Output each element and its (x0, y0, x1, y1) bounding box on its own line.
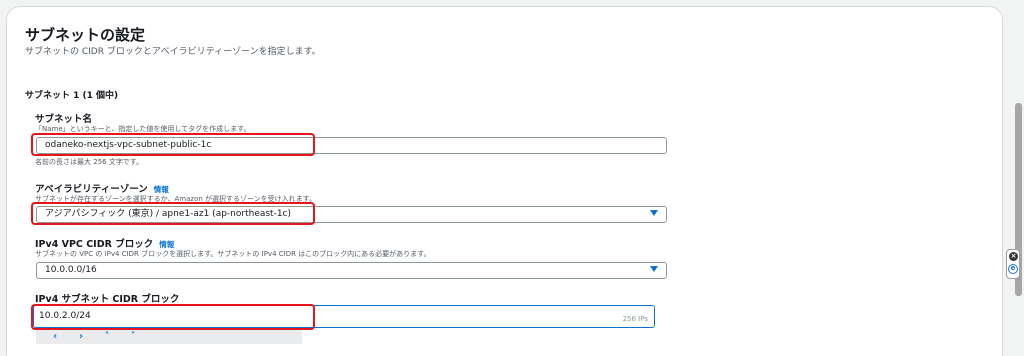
az-label: アベイラビリティーゾーン 情報 (35, 181, 169, 195)
chevron-left-icon[interactable]: ‹ (42, 329, 68, 344)
az-select[interactable]: アジアパシフィック (東京) / apne1-az1 (ap-northeast… (36, 206, 667, 223)
chevron-down-icon[interactable]: ˅ (120, 329, 146, 344)
side-widget: × e (1006, 249, 1020, 279)
subnet-name-description: 「Name」というキーと、指定した値を使用してタグを作成します。 (35, 125, 251, 133)
section-title: サブネットの設定 (25, 26, 146, 44)
vpc-cidr-dropdown-icon (650, 266, 658, 272)
subnet-heading: サブネット 1 (1 個中) (25, 91, 119, 101)
page: サブネットの設定 サブネットの CIDR ブロックとアベイラビリティーゾーンを指… (0, 0, 1024, 356)
subnet-cidr-input[interactable]: 10.0.2.0/24 256 IPs (33, 305, 655, 328)
chevron-right-icon[interactable]: › (68, 329, 94, 344)
az-dropdown-icon (650, 210, 658, 216)
subnet-cidr-label: IPv4 サブネット CIDR ブロック (35, 294, 180, 305)
close-icon[interactable]: × (1009, 252, 1018, 261)
ip-count: 256 IPs (622, 315, 648, 323)
vpc-cidr-select[interactable]: 10.0.0.0/16 (36, 262, 667, 279)
subnet-name-value: odaneko-nextjs-vpc-subnet-public-1c (45, 140, 212, 150)
az-description: サブネットが存在するゾーンを選択するか、Amazon が選択するゾーンを受け入れ… (35, 195, 316, 203)
chevron-up-icon[interactable]: ˄ (94, 329, 120, 344)
vpc-cidr-value: 10.0.0.0/16 (45, 265, 97, 275)
vpc-cidr-info-link[interactable]: 情報 (159, 240, 174, 249)
section-description: サブネットの CIDR ブロックとアベイラビリティーゾーンを指定します。 (25, 47, 321, 57)
vpc-cidr-label: IPv4 VPC CIDR ブロック 情報 (35, 236, 174, 250)
vpc-cidr-description: サブネットの VPC の IPv4 CIDR ブロックを選択します。サブネットの… (35, 250, 431, 258)
subnet-name-hint: 名前の長さは最大 256 文字です。 (35, 158, 144, 166)
subnet-cidr-value: 10.0.2.0/24 (39, 311, 91, 321)
az-value: アジアパシフィック (東京) / apne1-az1 (ap-northeast… (45, 209, 292, 219)
cidr-stepper: ‹ › ˄ ˅ (36, 329, 302, 344)
subnet-name-label: サブネット名 (35, 114, 93, 125)
subnet-name-input[interactable]: odaneko-nextjs-vpc-subnet-public-1c (36, 137, 667, 154)
extension-e-icon[interactable]: e (1008, 264, 1018, 274)
az-info-link[interactable]: 情報 (154, 185, 169, 194)
